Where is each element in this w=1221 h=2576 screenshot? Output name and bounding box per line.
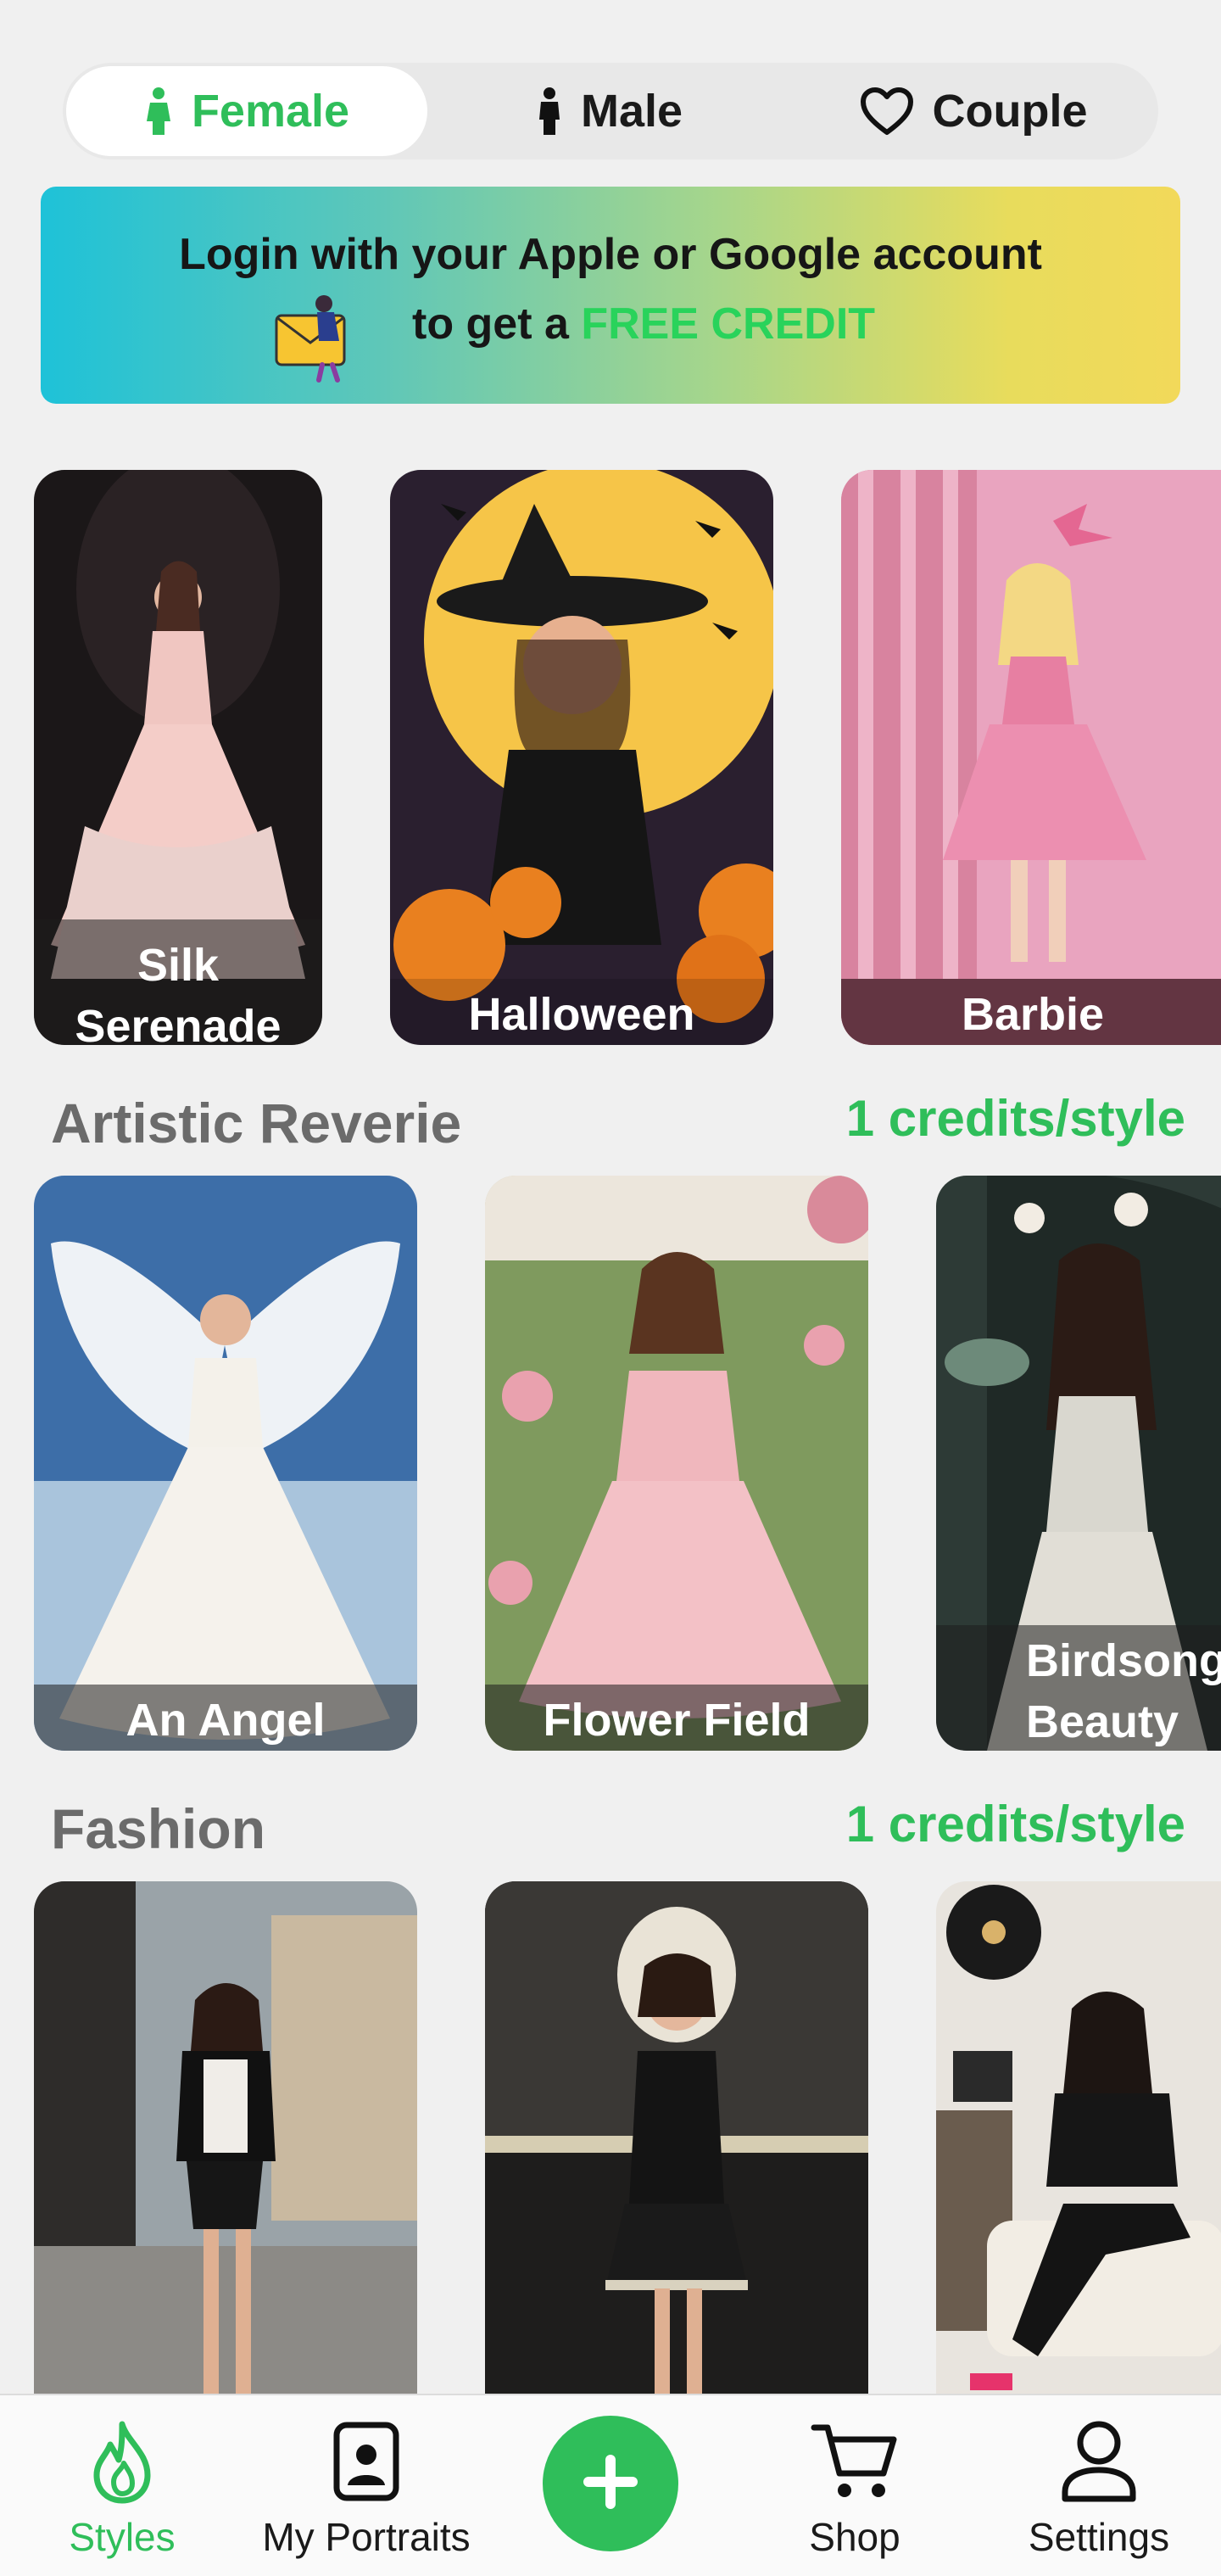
- style-card-fashion-street[interactable]: [34, 1881, 417, 2407]
- style-card-fashion-lounge[interactable]: [936, 1881, 1221, 2407]
- card-caption: Halloween: [390, 979, 773, 1045]
- banner-subline-prefix: to get a: [412, 299, 582, 349]
- style-card-birdsong-beauty[interactable]: Birdsong Beauty: [936, 1176, 1221, 1751]
- male-figure-icon: [537, 87, 562, 135]
- style-card-halloween[interactable]: Halloween: [390, 470, 773, 1045]
- card-caption: Barbie: [841, 979, 1221, 1045]
- card-caption: Birdsong Beauty: [936, 1625, 1221, 1751]
- nav-my-portraits[interactable]: My Portraits: [244, 2395, 488, 2576]
- free-credit-highlight: FREE CREDIT: [581, 299, 876, 349]
- banner-headline: Login with your Apple or Google account: [179, 230, 1042, 279]
- nav-shop[interactable]: Shop: [733, 2395, 977, 2576]
- barbie-image: [841, 470, 1221, 1045]
- nav-styles[interactable]: Styles: [0, 2395, 244, 2576]
- tab-couple[interactable]: Couple: [792, 66, 1155, 156]
- heart-icon: [860, 87, 914, 136]
- card-caption: Silk Serenade: [34, 919, 322, 1045]
- nav-shop-label: Shop: [809, 2515, 900, 2559]
- card-caption: An Angel: [34, 1685, 417, 1751]
- style-card-an-angel[interactable]: An Angel: [34, 1176, 417, 1751]
- halloween-image: [390, 470, 773, 1045]
- section-title-artistic-reverie: Artistic Reverie: [51, 1092, 462, 1154]
- tab-female-label: Female: [191, 86, 350, 137]
- portrait-icon: [332, 2411, 400, 2512]
- female-figure-icon: [144, 87, 173, 135]
- nav-settings[interactable]: Settings: [977, 2395, 1221, 2576]
- tab-couple-label: Couple: [932, 86, 1088, 137]
- section-title-fashion: Fashion: [51, 1797, 266, 1860]
- user-icon: [1058, 2411, 1140, 2512]
- gender-segmented-control: Female Male Couple: [63, 63, 1158, 159]
- envelope-illustration-icon: [270, 290, 371, 383]
- section-credits-artistic-reverie: 1 credits/style: [845, 1090, 1185, 1147]
- nav-settings-label: Settings: [1028, 2515, 1170, 2559]
- create-portrait-button[interactable]: [543, 2416, 678, 2551]
- banner-subline: to get a FREE CREDIT: [412, 299, 875, 349]
- plus-icon: [580, 2451, 641, 2517]
- fashion-street-image: [34, 1881, 417, 2407]
- style-card-barbie[interactable]: Barbie: [841, 470, 1221, 1045]
- fashion-runway-image: [485, 1881, 868, 2407]
- tab-male[interactable]: Male: [427, 66, 792, 156]
- style-card-fashion-runway[interactable]: [485, 1881, 868, 2407]
- flame-icon: [88, 2411, 156, 2512]
- tab-female[interactable]: Female: [66, 66, 427, 156]
- flower-field-image: [485, 1176, 868, 1751]
- style-card-flower-field[interactable]: Flower Field: [485, 1176, 868, 1751]
- fashion-lounge-image: [936, 1881, 1221, 2407]
- an-angel-image: [34, 1176, 417, 1751]
- login-promo-banner[interactable]: Login with your Apple or Google account …: [41, 187, 1180, 404]
- card-caption: Flower Field: [485, 1685, 868, 1751]
- nav-my-portraits-label: My Portraits: [262, 2515, 471, 2559]
- section-credits-fashion: 1 credits/style: [845, 1796, 1185, 1852]
- cart-icon: [811, 2411, 899, 2512]
- nav-styles-label: Styles: [69, 2515, 176, 2559]
- style-card-silk-serenade[interactable]: Silk Serenade: [34, 470, 322, 1045]
- tab-male-label: Male: [580, 86, 683, 137]
